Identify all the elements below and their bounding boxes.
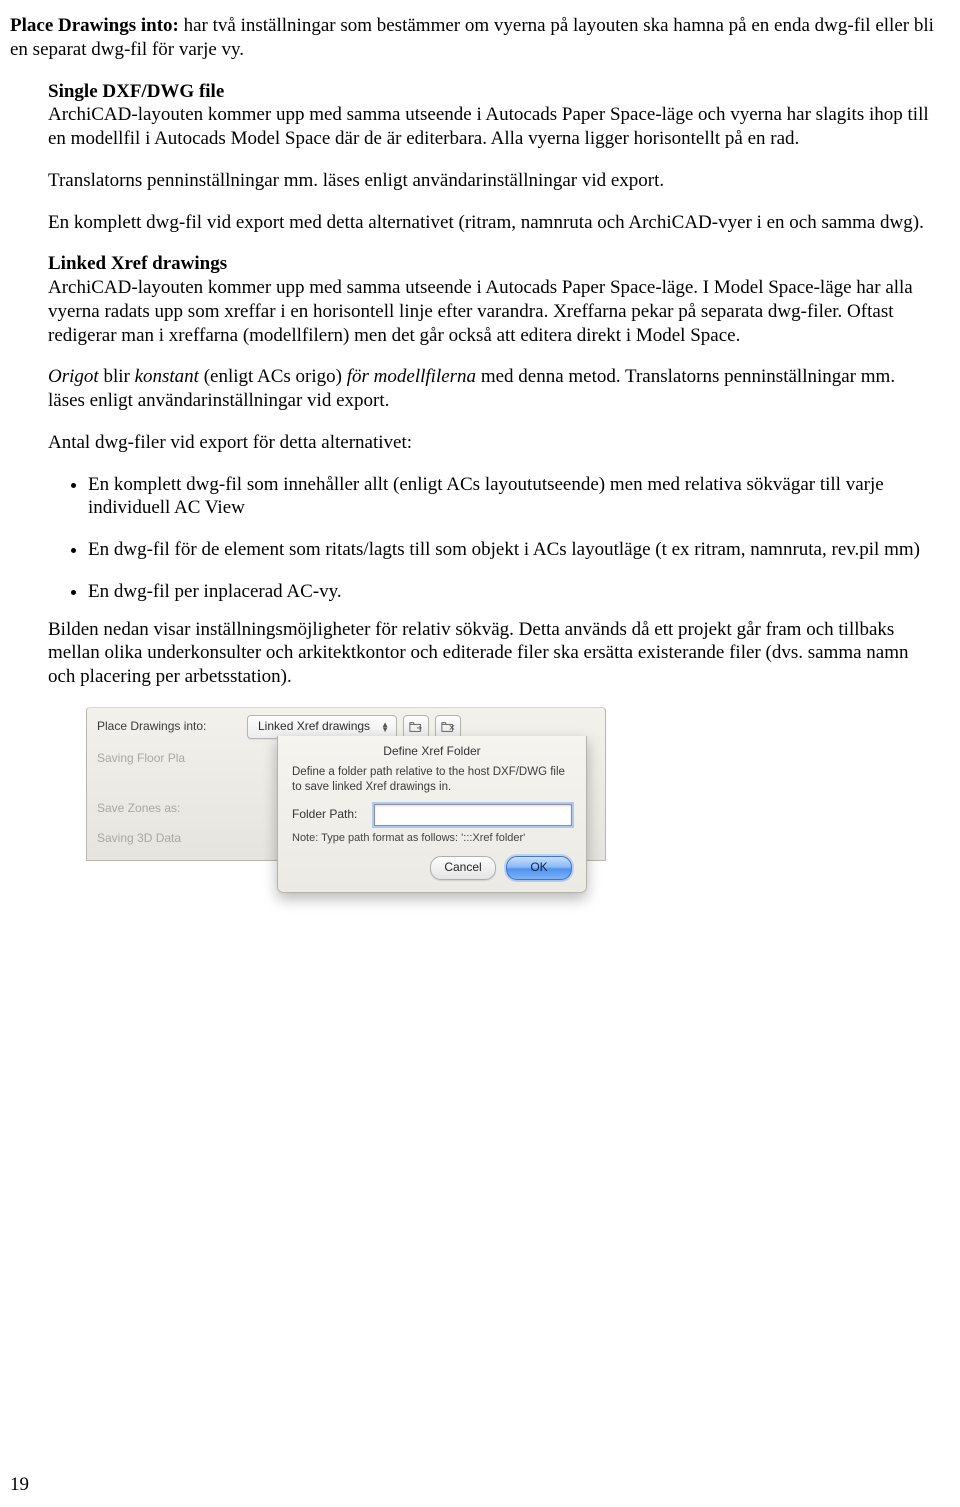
- sheet-description: Define a folder path relative to the hos…: [292, 765, 572, 796]
- intro-paragraph: Place Drawings into: har två inställning…: [10, 14, 935, 62]
- sheet-title: Define Xref Folder: [292, 744, 572, 759]
- linked-p2-i3: för modellfilerna: [347, 366, 476, 387]
- saving-floor-label: Saving Floor Pla: [97, 751, 247, 766]
- list-item: En komplett dwg-fil som innehåller allt …: [88, 473, 935, 521]
- save-zones-label: Save Zones as:: [97, 801, 247, 816]
- page-number: 19: [10, 1473, 29, 1497]
- list-item: En dwg-fil för de element som ritats/lag…: [88, 538, 935, 562]
- linked-p2-i1: Origot: [48, 366, 99, 387]
- folder-arrow-icon: [409, 720, 423, 734]
- intro-lead-bold: Place Drawings into:: [10, 15, 179, 36]
- linked-p2-t1: blir: [99, 366, 135, 387]
- settings-panel: Place Drawings into: Linked Xref drawing…: [86, 707, 606, 861]
- bullet-list: En komplett dwg-fil som innehåller allt …: [48, 473, 935, 604]
- linked-p2-t2: (enligt ACs origo): [199, 366, 347, 387]
- single-p1: ArchiCAD-layouten kommer upp med samma u…: [48, 104, 929, 149]
- linked-p4: Bilden nedan visar inställningsmöjlighet…: [48, 618, 935, 689]
- single-heading: Single DXF/DWG file: [48, 81, 224, 102]
- cancel-button[interactable]: Cancel: [430, 856, 496, 880]
- linked-section: Linked Xref drawings ArchiCAD-layouten k…: [48, 252, 935, 347]
- updown-caret-icon: ▲▼: [378, 722, 392, 732]
- sheet-note: Note: Type path format as follows: ':::X…: [292, 832, 572, 846]
- dialog-screenshot: Place Drawings into: Linked Xref drawing…: [86, 707, 935, 861]
- place-drawings-label: Place Drawings into:: [97, 719, 247, 734]
- folder-path-label: Folder Path:: [292, 807, 374, 822]
- saving-3d-label: Saving 3D Data: [97, 831, 247, 846]
- linked-heading: Linked Xref drawings: [48, 253, 227, 274]
- folder-x-icon: [441, 720, 455, 734]
- ok-button[interactable]: OK: [506, 856, 572, 880]
- linked-p2-i2: konstant: [135, 366, 199, 387]
- define-xref-folder-sheet: Define Xref Folder Define a folder path …: [277, 736, 587, 893]
- linked-p1: ArchiCAD-layouten kommer upp med samma u…: [48, 277, 913, 346]
- linked-p2: Origot blir konstant (enligt ACs origo) …: [48, 365, 935, 413]
- single-p2: Translatorns penninställningar mm. läses…: [48, 169, 935, 193]
- folder-path-input[interactable]: [374, 804, 572, 826]
- dropdown-value: Linked Xref drawings: [258, 719, 370, 734]
- list-item: En dwg-fil per inplacerad AC-vy.: [88, 580, 935, 604]
- linked-p3: Antal dwg-filer vid export för detta alt…: [48, 431, 935, 455]
- single-section: Single DXF/DWG file ArchiCAD-layouten ko…: [48, 80, 935, 151]
- single-p3: En komplett dwg-fil vid export med detta…: [48, 211, 935, 235]
